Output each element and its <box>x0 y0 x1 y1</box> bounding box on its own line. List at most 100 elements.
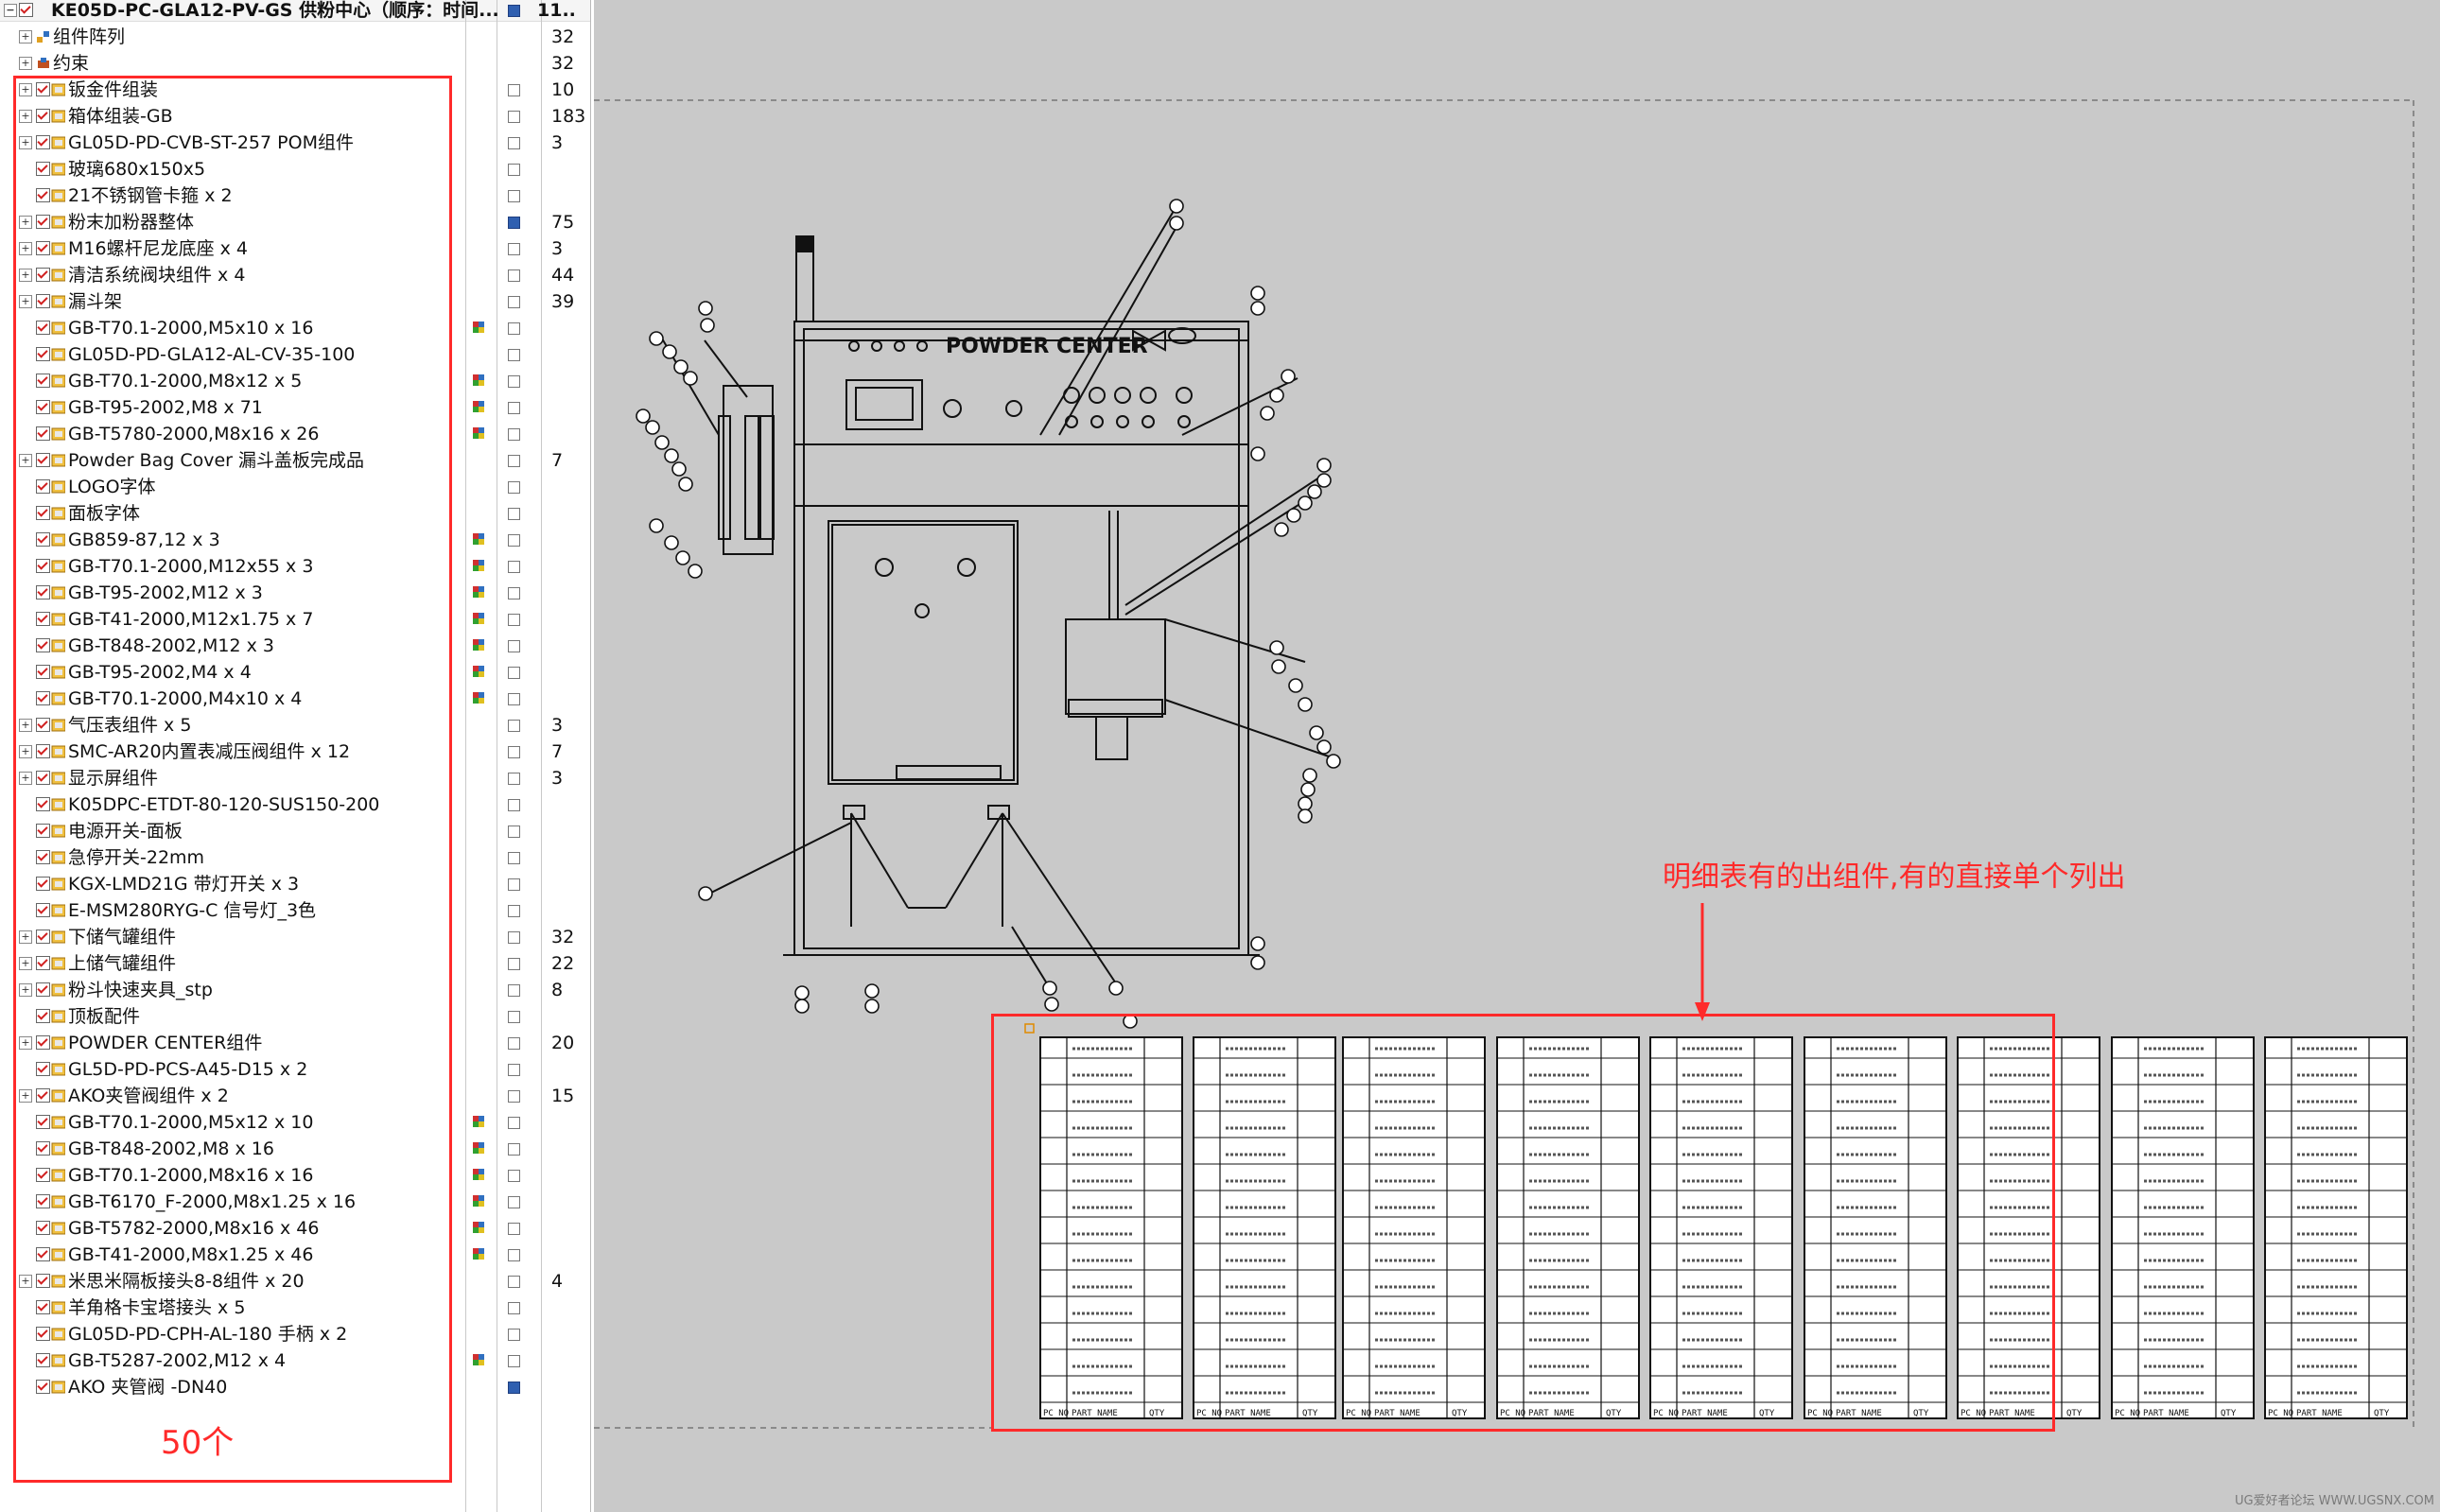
annotation-red-box-tree <box>13 76 452 1483</box>
tree-item-count: 32 <box>551 927 575 947</box>
status-box <box>508 481 520 494</box>
reference-set-icon <box>473 560 484 571</box>
status-box <box>508 455 520 467</box>
status-box <box>508 1276 520 1288</box>
tree-item-count: 3 <box>551 715 564 736</box>
status-box <box>508 878 520 891</box>
status-box <box>508 1196 520 1208</box>
status-box <box>508 1037 520 1050</box>
status-box <box>508 190 520 202</box>
reference-set-icon <box>473 533 484 545</box>
tree-item-count: 3 <box>551 768 564 789</box>
reference-set-icon <box>473 666 484 677</box>
reference-set-icon <box>473 1116 484 1127</box>
status-box <box>508 375 520 388</box>
status-box <box>508 1329 520 1341</box>
status-box <box>508 137 520 149</box>
array-icon <box>37 31 49 43</box>
status-box <box>508 1170 520 1182</box>
status-box <box>508 508 520 520</box>
tree-item-count: 3 <box>551 238 564 259</box>
tree-item-count: 39 <box>551 291 575 312</box>
status-box <box>508 269 520 282</box>
reference-set-icon <box>473 1169 484 1180</box>
saved-status-icon <box>508 5 520 17</box>
collapse-icon[interactable]: − <box>4 4 17 17</box>
root-count: 11.. <box>537 0 576 21</box>
status-box <box>508 1355 520 1367</box>
status-box <box>508 1011 520 1023</box>
machine-drawing <box>661 205 1330 989</box>
tree-item-count: 7 <box>551 741 564 762</box>
drawing-canvas[interactable]: POWDER CENTER PC NO PART NAME QTY PC NO PART… <box>594 0 2440 1512</box>
expand-icon[interactable]: + <box>19 57 32 70</box>
tree-root-row[interactable]: − KE05D-PC-GLA12-PV-GS 供粉中心（顺序：时间... 11.… <box>0 0 590 24</box>
bom-column <box>2111 1036 2255 1419</box>
tree-item[interactable]: + 组件阵列 32 <box>0 24 590 50</box>
reference-set-icon <box>473 1248 484 1260</box>
reference-set-icon <box>473 586 484 598</box>
reference-set-icon <box>473 1142 484 1154</box>
reference-set-icon <box>473 322 484 333</box>
watermark-text: UG爱好者论坛 WWW.UGSNX.COM <box>2234 1494 2434 1508</box>
reference-set-icon <box>473 401 484 412</box>
tree-item[interactable]: + 约束 32 <box>0 50 590 77</box>
bom-header-qty: QTY <box>2374 1409 2390 1418</box>
status-box <box>508 402 520 414</box>
bom-header-qty: QTY <box>2066 1409 2083 1418</box>
status-box <box>508 746 520 758</box>
status-box <box>508 164 520 176</box>
saved-status-icon <box>508 1382 520 1394</box>
status-box <box>508 1302 520 1314</box>
status-box <box>508 958 520 970</box>
bom-header-part-name: PART NAME <box>2296 1409 2343 1418</box>
status-box <box>508 534 520 547</box>
reference-set-icon <box>473 1195 484 1207</box>
tree-item-count: 8 <box>551 980 564 1000</box>
tree-item-count: 3 <box>551 132 564 153</box>
saved-status-icon <box>508 217 520 229</box>
visibility-checkbox[interactable] <box>19 3 33 17</box>
root-assembly-title: KE05D-PC-GLA12-PV-GS 供粉中心（顺序：时间... <box>51 0 499 21</box>
status-box <box>508 428 520 441</box>
reference-set-icon <box>473 427 484 439</box>
reference-set-icon <box>473 1222 484 1233</box>
panel-title-text: POWDER CENTER <box>946 335 1148 358</box>
tree-item-count: 7 <box>551 450 564 471</box>
tree-item-count: 4 <box>551 1271 564 1292</box>
status-box <box>508 720 520 732</box>
tree-item-count: 32 <box>551 53 575 74</box>
status-box <box>508 561 520 573</box>
tree-item-count: 75 <box>551 212 575 233</box>
reference-set-icon <box>473 692 484 704</box>
status-box <box>508 667 520 679</box>
status-box <box>508 349 520 361</box>
status-box <box>508 773 520 785</box>
status-box <box>508 852 520 864</box>
annotation-count-text: 50个 <box>161 1424 235 1462</box>
tree-item-label: 约束 <box>53 53 90 74</box>
status-box <box>508 905 520 917</box>
status-box <box>508 1223 520 1235</box>
status-box <box>508 931 520 944</box>
tree-item-count: 183 <box>551 106 586 127</box>
tree-item-count: 44 <box>551 265 575 286</box>
bom-column <box>2264 1036 2408 1419</box>
tree-item-count: 15 <box>551 1086 575 1106</box>
status-box <box>508 1117 520 1129</box>
status-box <box>508 1064 520 1076</box>
annotation-note: 明细表有的出组件,有的直接单个列出 <box>1663 860 2126 894</box>
status-box <box>508 587 520 600</box>
tree-item-count: 22 <box>551 953 575 974</box>
status-box <box>508 799 520 811</box>
tree-item-count: 32 <box>551 26 575 47</box>
reference-set-icon <box>473 1354 484 1365</box>
status-box <box>508 111 520 123</box>
status-box <box>508 614 520 626</box>
tree-item-count: 10 <box>551 79 575 100</box>
status-box <box>508 296 520 308</box>
reference-set-icon <box>473 374 484 386</box>
status-box <box>508 84 520 96</box>
expand-icon[interactable]: + <box>19 30 32 43</box>
bom-header-pc-no: PC NO <box>2115 1409 2140 1418</box>
